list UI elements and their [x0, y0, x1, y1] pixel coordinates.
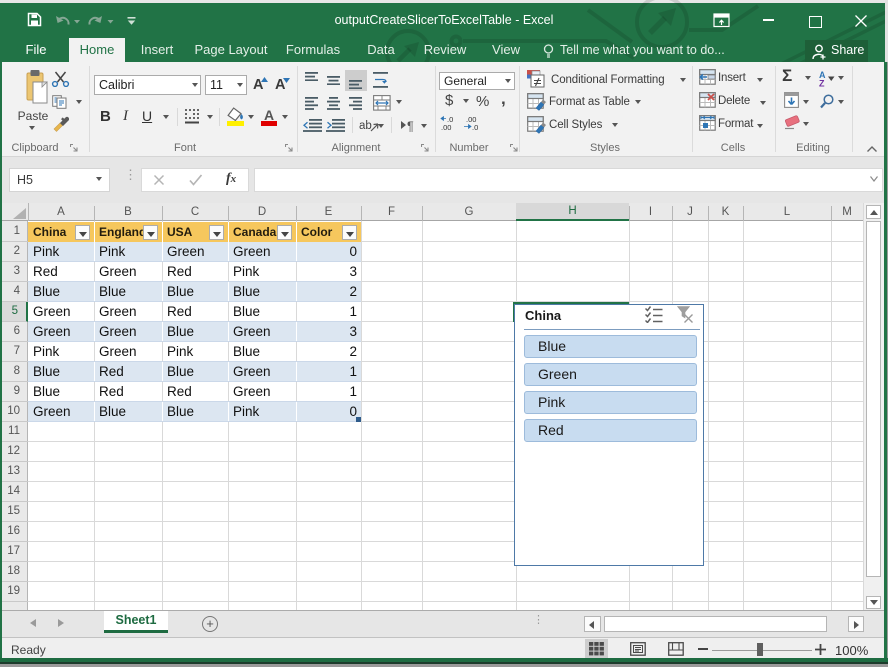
svg-text:ab: ab — [359, 120, 372, 132]
svg-text:Z: Z — [819, 79, 825, 88]
svg-text:.00: .00 — [441, 123, 451, 132]
svg-text:.0: .0 — [472, 123, 478, 132]
svg-text:¶: ¶ — [407, 120, 414, 133]
